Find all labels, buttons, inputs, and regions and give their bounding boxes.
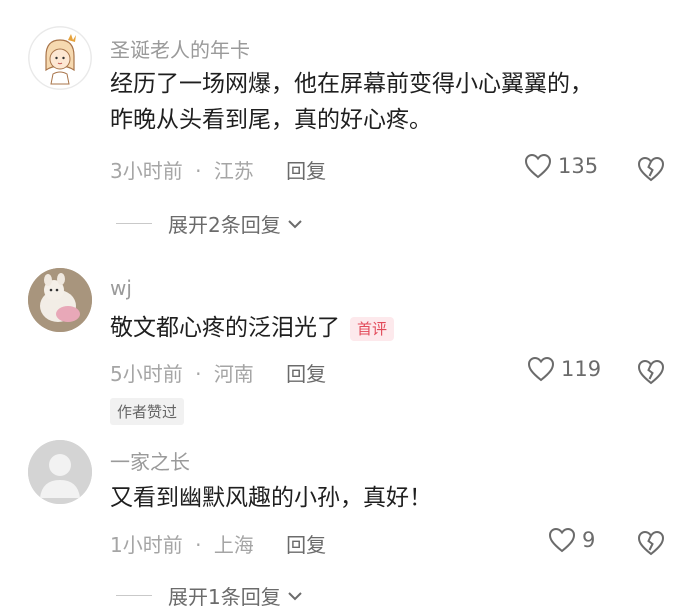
heart-outline-icon xyxy=(527,356,555,382)
default-user-avatar-icon xyxy=(28,440,92,504)
reply-button[interactable]: 回复 xyxy=(286,159,326,183)
comment-text-line: 经历了一场网爆，他在屏幕前变得小心翼翼的， xyxy=(110,71,593,97)
comment-time: 1小时前 xyxy=(110,533,183,557)
avatar[interactable] xyxy=(28,268,92,332)
meta-separator: · xyxy=(195,159,202,183)
author-liked-badge: 作者赞过 xyxy=(110,398,185,425)
reply-button[interactable]: 回复 xyxy=(286,362,326,386)
comment-meta: 5小时前 · 河南 回复 xyxy=(110,358,326,387)
dislike-button[interactable] xyxy=(636,155,666,183)
chevron-down-icon xyxy=(288,591,302,600)
divider-line xyxy=(116,222,152,225)
expand-replies-button[interactable]: 展开1条回复 xyxy=(116,581,303,610)
reply-button[interactable]: 回复 xyxy=(286,533,326,557)
broken-heart-icon xyxy=(637,156,665,182)
expand-replies-label: 展开2条回复 xyxy=(168,213,281,237)
chevron-down-icon xyxy=(288,219,302,228)
expand-replies-button[interactable]: 展开2条回复 xyxy=(116,209,303,238)
comment-text: 敬文都心疼的泛泪光了 首评 xyxy=(110,310,670,346)
dislike-button[interactable] xyxy=(636,529,666,557)
like-button[interactable]: 9 xyxy=(548,527,595,553)
comment-time: 3小时前 xyxy=(110,159,183,183)
comment-location: 江苏 xyxy=(213,159,254,183)
comment-text-line: 昨晚从头看到尾，真的好心疼。 xyxy=(110,107,432,133)
meta-separator: · xyxy=(195,533,202,557)
comment-username[interactable]: 一家之长 xyxy=(110,446,190,475)
comment-text-line: 敬文都心疼的泛泪光了 xyxy=(110,315,340,341)
comment-meta: 3小时前 · 江苏 回复 xyxy=(110,155,326,184)
like-button[interactable]: 135 xyxy=(524,153,598,179)
broken-heart-icon xyxy=(637,530,665,556)
comment-username[interactable]: wj xyxy=(110,276,132,300)
expand-replies-label: 展开1条回复 xyxy=(168,585,281,609)
comment-time: 5小时前 xyxy=(110,362,183,386)
comment-location: 河南 xyxy=(213,362,254,386)
like-count: 135 xyxy=(558,154,599,178)
avatar[interactable] xyxy=(28,26,92,90)
comment-username[interactable]: 圣诞老人的年卡 xyxy=(110,34,250,63)
plush-toy-avatar-icon xyxy=(28,268,92,332)
comment-text-line: 又看到幽默风趣的小孙，真好！ xyxy=(110,485,432,511)
heart-outline-icon xyxy=(548,527,576,553)
comment-location: 上海 xyxy=(213,533,254,557)
divider-line xyxy=(116,594,152,597)
like-button[interactable]: 119 xyxy=(527,356,601,382)
meta-separator: · xyxy=(195,362,202,386)
first-comment-badge: 首评 xyxy=(350,316,395,341)
comment-text: 经历了一场网爆，他在屏幕前变得小心翼翼的， 昨晚从头看到尾，真的好心疼。 xyxy=(110,66,670,138)
broken-heart-icon xyxy=(637,359,665,385)
like-count: 9 xyxy=(582,528,596,552)
cartoon-girl-avatar-icon xyxy=(28,26,92,90)
dislike-button[interactable] xyxy=(636,358,666,386)
comment-text: 又看到幽默风趣的小孙，真好！ xyxy=(110,480,670,516)
avatar[interactable] xyxy=(28,440,92,504)
comment-meta: 1小时前 · 上海 回复 xyxy=(110,529,326,558)
like-count: 119 xyxy=(561,357,602,381)
heart-outline-icon xyxy=(524,153,552,179)
